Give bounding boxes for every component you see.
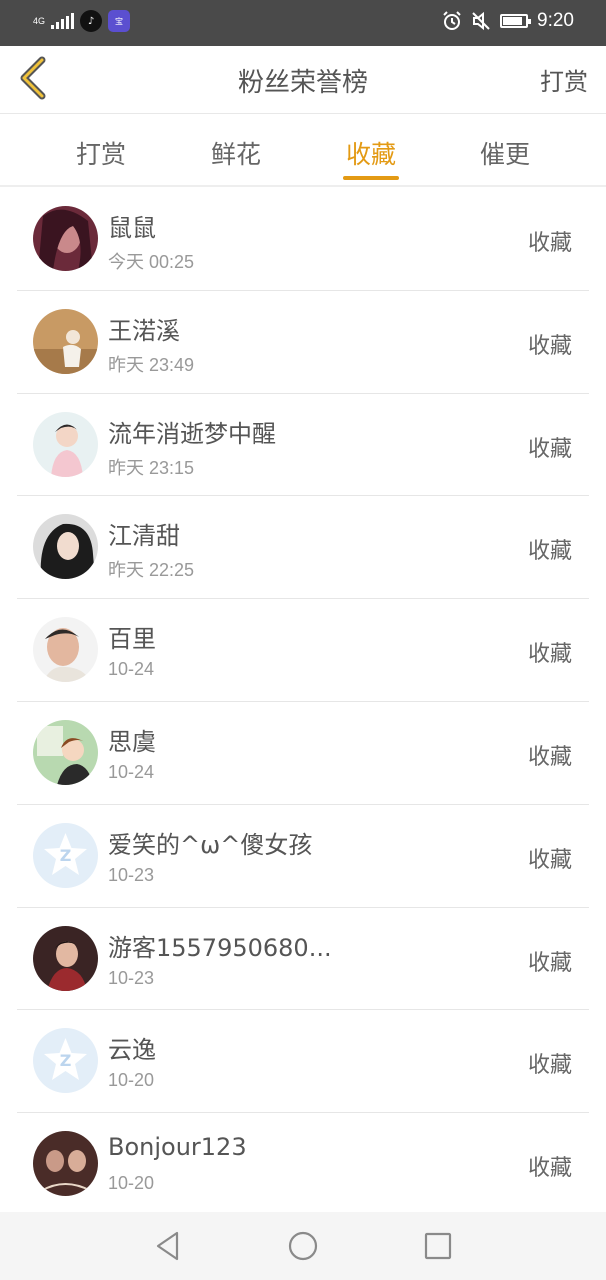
tab-flowers[interactable]: 鲜花 — [181, 135, 291, 171]
timestamp: 10-20 — [108, 1070, 155, 1091]
avatar[interactable] — [33, 206, 98, 271]
timestamp: 昨天 23:15 — [108, 457, 195, 478]
timestamp: 10-20 — [108, 1173, 155, 1194]
user-name: 江清甜 — [108, 522, 180, 551]
tab-favorites[interactable]: 收藏 — [316, 135, 426, 180]
tiktok-icon: ♪ — [80, 10, 103, 32]
timestamp: 10-23 — [108, 864, 155, 885]
action-label: 收藏 — [527, 642, 572, 668]
list-item[interactable]: Z 爱笑的^ω^傻女孩 10-23 收藏 — [17, 805, 589, 908]
action-label: 收藏 — [527, 539, 572, 565]
network-type: 4G — [33, 15, 46, 26]
tab-label: 催更 — [479, 140, 530, 169]
avatar[interactable]: Z — [33, 1028, 98, 1094]
timestamp: 昨天 23:49 — [108, 354, 195, 375]
avatar[interactable] — [33, 719, 98, 785]
list-item[interactable]: Bonjour123 10-20 收藏 — [17, 1113, 589, 1216]
tab-bar: 打赏 鲜花 收藏 催更 — [0, 115, 606, 187]
battery-icon — [500, 14, 532, 28]
avatar[interactable] — [33, 617, 98, 683]
user-name: 流年消逝梦中醒 — [108, 419, 276, 448]
tab-label: 打赏 — [75, 140, 126, 169]
tab-urge-update[interactable]: 催更 — [450, 135, 560, 171]
tab-label: 鲜花 — [210, 140, 261, 169]
user-name: 爱笑的^ω^傻女孩 — [108, 830, 313, 859]
action-label: 收藏 — [527, 744, 572, 770]
avatar[interactable]: Z — [33, 822, 98, 888]
avatar[interactable] — [33, 925, 98, 991]
list-item[interactable]: Z 云逸 10-20 收藏 — [17, 1010, 589, 1114]
user-name: 思虞 — [108, 727, 156, 756]
avatar[interactable] — [33, 308, 98, 374]
user-name: Bonjour123 — [108, 1133, 247, 1162]
action-label: 收藏 — [527, 231, 572, 256]
avatar[interactable] — [33, 514, 98, 580]
status-right: 9:20 — [442, 10, 574, 32]
header: 粉丝荣誉榜 打赏 — [0, 46, 606, 114]
status-time: 9:20 — [537, 10, 574, 31]
home-circle-icon[interactable] — [286, 1229, 320, 1263]
list-item[interactable]: 江清甜 昨天 22:25 收藏 — [17, 496, 589, 600]
list-item[interactable]: 游客1557950680... 10-23 收藏 — [17, 908, 589, 1011]
tab-reward[interactable]: 打赏 — [46, 135, 156, 171]
back-triangle-icon[interactable] — [151, 1229, 185, 1263]
list-item[interactable]: 鼠鼠 今天 00:25 收藏 — [17, 188, 589, 291]
action-label: 收藏 — [527, 847, 572, 873]
list-item[interactable]: 思虞 10-24 收藏 — [17, 702, 589, 805]
signal-icon — [51, 13, 75, 29]
action-label: 收藏 — [527, 950, 572, 976]
page-title: 粉丝荣誉榜 — [237, 68, 368, 98]
reward-button[interactable]: 打赏 — [540, 62, 588, 97]
avatar[interactable] — [33, 1131, 98, 1197]
status-bar: 4G ♪ 宝 9:20 — [0, 0, 606, 46]
recents-square-icon[interactable] — [421, 1229, 455, 1263]
action-label: 收藏 — [527, 333, 572, 359]
user-name: 鼠鼠 — [108, 214, 156, 242]
svg-text:Z: Z — [60, 846, 72, 865]
user-name: 百里 — [108, 625, 156, 654]
active-tab-indicator — [343, 176, 399, 180]
action-label: 收藏 — [527, 436, 572, 462]
timestamp: 10-24 — [108, 761, 155, 782]
action-label: 收藏 — [527, 1156, 572, 1182]
system-nav-bar — [0, 1212, 606, 1280]
tab-label: 收藏 — [345, 140, 396, 169]
status-left: 4G ♪ 宝 — [33, 10, 131, 32]
user-name: 游客1557950680... — [108, 933, 332, 962]
list-item[interactable]: 流年消逝梦中醒 昨天 23:15 收藏 — [17, 394, 589, 497]
list-item[interactable]: 王渃溪 昨天 23:49 收藏 — [17, 291, 589, 394]
alarm-icon — [443, 11, 461, 30]
user-name: 王渃溪 — [108, 316, 180, 345]
timestamp: 今天 00:25 — [108, 252, 195, 272]
action-label: 收藏 — [527, 1053, 572, 1079]
timestamp: 昨天 22:25 — [108, 560, 195, 581]
svg-text:Z: Z — [60, 1051, 72, 1070]
timestamp: 10-24 — [108, 659, 155, 680]
app-store-icon: 宝 — [108, 10, 131, 32]
mute-icon — [472, 11, 490, 31]
fan-list: 鼠鼠 今天 00:25 收藏 王渃溪 昨天 23:49 收藏 流年消逝梦中醒 昨… — [17, 188, 589, 1216]
list-item[interactable]: 百里 10-24 收藏 — [17, 599, 589, 702]
user-name: 云逸 — [108, 1036, 156, 1065]
timestamp: 10-23 — [108, 967, 155, 988]
avatar[interactable] — [33, 411, 98, 477]
